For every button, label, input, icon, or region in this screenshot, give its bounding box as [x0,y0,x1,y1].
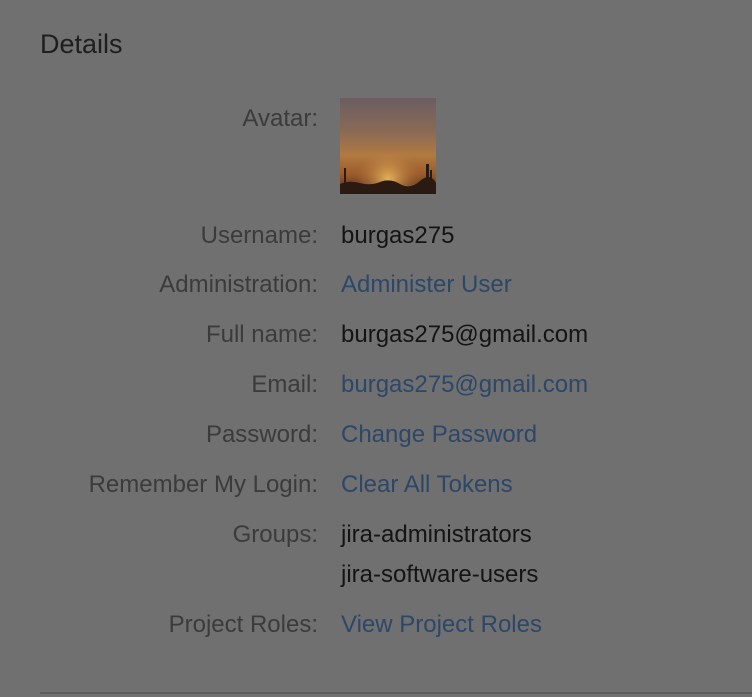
section-title: Details [40,29,123,59]
administer-user-link[interactable]: Administer User [341,270,512,300]
password-row: Password: Change Password [0,420,752,460]
group-item: jira-software-users [341,561,539,588]
remember-login-label: Remember My Login: [88,471,318,498]
email-row: Email: burgas275@gmail.com [0,370,752,410]
username-row: Username: burgas275 [0,221,752,261]
password-label: Password: [205,421,318,448]
email-link[interactable]: burgas275@gmail.com [341,370,588,400]
view-project-roles-link[interactable]: View Project Roles [341,610,542,640]
avatar-label: Avatar: [242,105,318,132]
full-name-label: Full name: [205,321,318,348]
details-panel: Details Avatar: Username: burgas275 Admi… [0,0,752,697]
divider [40,692,752,694]
project-roles-row: Project Roles: View Project Roles [0,610,752,650]
full-name-value: burgas275@gmail.com [341,321,589,348]
full-name-row: Full name: burgas275@gmail.com [0,320,752,360]
groups-label: Groups: [232,521,318,548]
avatar[interactable] [340,98,436,194]
clear-all-tokens-link[interactable]: Clear All Tokens [341,470,513,500]
group-item: jira-administrators [341,521,532,548]
groups-row: Groups: jira-administrators jira-softwar… [0,520,752,600]
project-roles-label: Project Roles: [168,611,318,638]
administration-label: Administration: [159,271,318,298]
administration-row: Administration: Administer User [0,270,752,310]
username-label: Username: [200,222,318,249]
change-password-link[interactable]: Change Password [341,420,537,450]
email-label: Email: [251,371,318,398]
sunset-avatar-image [340,98,436,194]
remember-login-row: Remember My Login: Clear All Tokens [0,470,752,510]
username-value: burgas275 [341,222,455,249]
groups-list: jira-administrators jira-software-users [341,515,538,595]
